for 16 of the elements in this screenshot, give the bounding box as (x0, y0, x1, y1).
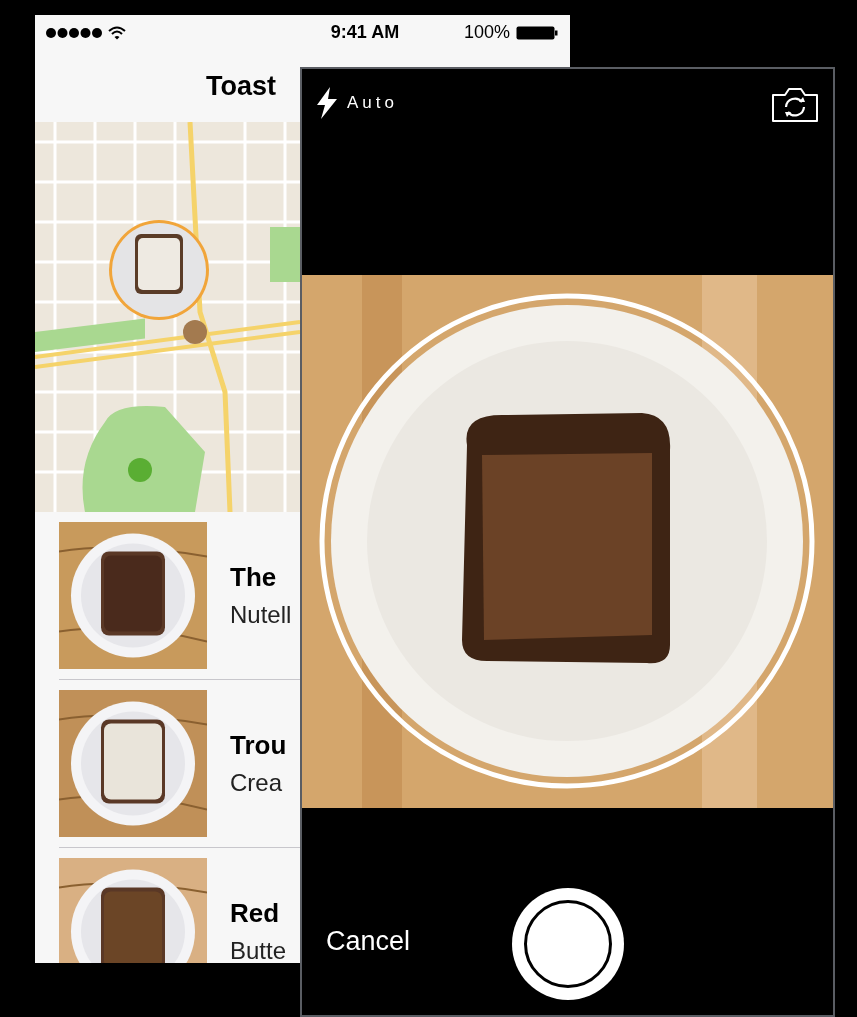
toast-topping: Crea (230, 769, 284, 797)
toast-name: Red (230, 898, 281, 929)
nav-title: Toast (206, 70, 276, 102)
camera-switch-icon[interactable] (771, 87, 819, 123)
toast-topping: Butte (230, 937, 287, 963)
toast-topping: Nutell (230, 601, 292, 629)
toast-name: The (230, 562, 278, 593)
flash-mode[interactable]: Auto (347, 93, 398, 113)
wifi-icon (108, 25, 126, 40)
toast-name: Trou (230, 730, 287, 761)
lightning-icon[interactable] (317, 87, 337, 119)
battery-icon (516, 25, 558, 40)
cancel-button[interactable]: Cancel (322, 924, 415, 959)
status-time: 9:41 AM (330, 22, 400, 43)
battery-percent: 100% (463, 22, 510, 43)
signal-icon (45, 26, 103, 39)
